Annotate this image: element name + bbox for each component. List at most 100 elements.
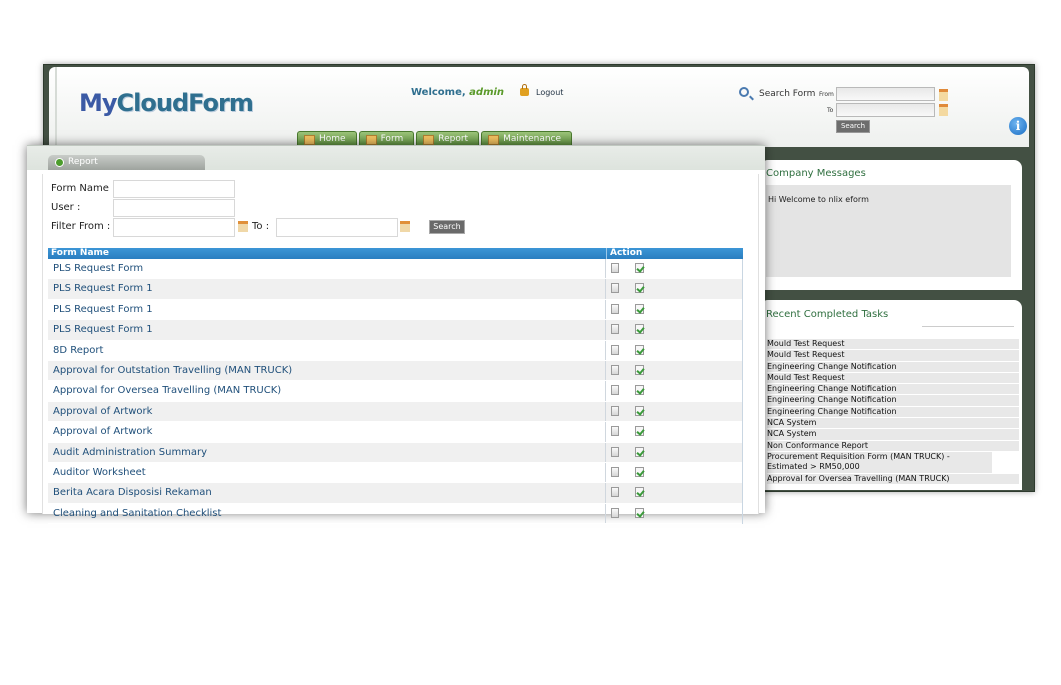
form-name-label: Form Name :	[51, 183, 116, 194]
search-from-input[interactable]	[836, 87, 935, 101]
calendar-icon[interactable]	[238, 221, 248, 232]
search-to-input[interactable]	[836, 103, 935, 117]
form-name-link[interactable]: PLS Request Form 1	[53, 324, 153, 335]
document-icon[interactable]	[611, 487, 619, 498]
document-icon[interactable]	[611, 426, 619, 437]
table-row: PLS Request Form 1	[48, 299, 742, 321]
checklist-icon[interactable]	[635, 446, 644, 457]
table-row: Berita Acara Disposisi Rekaman	[48, 483, 742, 504]
form-name-link[interactable]: Approval of Artwork	[53, 406, 152, 417]
app-logo[interactable]: MyCloudForm	[79, 89, 254, 117]
list-item[interactable]: Procurement Requisition Form (MAN TRUCK)…	[767, 451, 992, 474]
checklist-icon[interactable]	[635, 283, 644, 294]
form-name-link[interactable]: Berita Acara Disposisi Rekaman	[53, 487, 212, 498]
calendar-icon[interactable]	[400, 221, 410, 232]
form-name-link[interactable]: Audit Administration Summary	[53, 447, 207, 458]
form-name-link[interactable]: Approval of Artwork	[53, 426, 152, 437]
form-name-link[interactable]: Auditor Worksheet	[53, 467, 146, 478]
form-name-link[interactable]: Approval for Oversea Travelling (MAN TRU…	[53, 385, 281, 396]
table-row: Approval for Oversea Travelling (MAN TRU…	[48, 381, 742, 402]
table-row: Cleaning and Sanitation Checklist	[48, 503, 742, 525]
welcome-user: admin	[469, 87, 505, 98]
document-icon[interactable]	[611, 364, 619, 375]
checklist-icon[interactable]	[635, 344, 644, 355]
report-icon	[423, 134, 435, 145]
header-divider	[55, 67, 57, 147]
checklist-icon[interactable]	[635, 263, 644, 273]
checklist-icon[interactable]	[635, 426, 644, 437]
logout-link[interactable]: Logout	[536, 88, 563, 97]
document-icon[interactable]	[611, 466, 619, 477]
table-row: PLS Request Form	[48, 259, 742, 280]
search-to-label: To	[827, 107, 834, 114]
tools-icon	[488, 134, 500, 145]
list-item[interactable]: NCA System	[767, 418, 1019, 430]
document-icon[interactable]	[611, 263, 619, 273]
recent-tasks-list: Mould Test Request Mould Test Request En…	[767, 339, 1019, 485]
report-tab-label: Report	[68, 157, 98, 167]
recent-tasks-title: Recent Completed Tasks	[766, 309, 889, 320]
list-item[interactable]: NCA System	[767, 429, 1019, 441]
logo-my: My	[79, 89, 118, 117]
form-name-input[interactable]	[113, 180, 235, 198]
form-name-link[interactable]: PLS Request Form	[53, 263, 143, 274]
list-item[interactable]: Engineering Change Notification	[767, 406, 1019, 419]
checklist-icon[interactable]	[635, 324, 644, 335]
document-icon[interactable]	[611, 283, 619, 294]
form-name-link[interactable]: Approval for Outstation Travelling (MAN …	[53, 365, 292, 376]
checklist-icon[interactable]	[635, 364, 644, 375]
search-from-label: From	[819, 91, 834, 98]
form-name-link[interactable]: 8D Report	[53, 345, 103, 356]
list-item[interactable]: Mould Test Request	[767, 372, 1019, 385]
table-row: Approval of Artwork	[48, 422, 742, 443]
form-icon	[365, 134, 377, 145]
list-item[interactable]: Mould Test Request	[767, 339, 1019, 351]
document-icon[interactable]	[611, 507, 619, 518]
company-messages-body: Hi Welcome to nlix eform	[766, 185, 1011, 277]
calendar-icon[interactable]	[939, 104, 948, 116]
filter-to-label: To :	[252, 221, 270, 232]
calendar-icon[interactable]	[939, 89, 948, 101]
recent-tasks-panel: Recent Completed Tasks Mould Test Reques…	[760, 300, 1022, 490]
list-item[interactable]: Non Conformance Report	[767, 440, 1019, 452]
column-action: Action	[606, 248, 642, 259]
checklist-icon[interactable]	[635, 507, 644, 518]
table-row: PLS Request Form 1	[48, 320, 742, 341]
search-form-button[interactable]: Search	[836, 120, 870, 133]
checklist-icon[interactable]	[635, 466, 644, 477]
search-form-label: Search Form	[759, 89, 816, 99]
search-icon	[739, 87, 749, 97]
document-icon[interactable]	[611, 385, 619, 396]
filter-from-input[interactable]	[113, 218, 235, 237]
list-item[interactable]: Mould Test Request	[767, 350, 1019, 362]
document-icon[interactable]	[611, 405, 619, 416]
checklist-icon[interactable]	[635, 303, 644, 314]
checklist-icon[interactable]	[635, 405, 644, 416]
form-name-link[interactable]: PLS Request Form 1	[53, 304, 153, 315]
list-item[interactable]: Engineering Change Notification	[767, 384, 1019, 396]
filter-from-label: Filter From :	[51, 221, 111, 232]
user-input[interactable]	[113, 199, 235, 217]
table-row: Auditor Worksheet	[48, 462, 742, 484]
search-button[interactable]: Search	[429, 220, 465, 234]
user-label: User :	[51, 202, 81, 213]
tab-report[interactable]: Report	[48, 155, 205, 170]
table-row: PLS Request Form 1	[48, 279, 742, 300]
refresh-icon	[55, 158, 64, 167]
list-item[interactable]: Engineering Change Notification	[767, 395, 1019, 407]
document-icon[interactable]	[611, 344, 619, 355]
document-icon[interactable]	[611, 324, 619, 335]
list-item[interactable]: Approval for Oversea Travelling (MAN TRU…	[767, 473, 1019, 485]
checklist-icon[interactable]	[635, 487, 644, 498]
form-name-link[interactable]: PLS Request Form 1	[53, 283, 153, 294]
document-icon[interactable]	[611, 303, 619, 314]
document-icon[interactable]	[611, 446, 619, 457]
table-row: Approval of Artwork	[48, 401, 742, 423]
checklist-icon[interactable]	[635, 385, 644, 396]
filter-to-input[interactable]	[276, 218, 398, 237]
list-item[interactable]: Engineering Change Notification	[767, 361, 1019, 373]
info-icon[interactable]: i	[1009, 117, 1027, 135]
company-messages-panel: Company Messages Hi Welcome to nlix efor…	[760, 160, 1022, 290]
form-name-link[interactable]: Cleaning and Sanitation Checklist	[53, 508, 221, 519]
app-header: MyCloudForm Welcome, admin Logout Search…	[49, 67, 1029, 147]
